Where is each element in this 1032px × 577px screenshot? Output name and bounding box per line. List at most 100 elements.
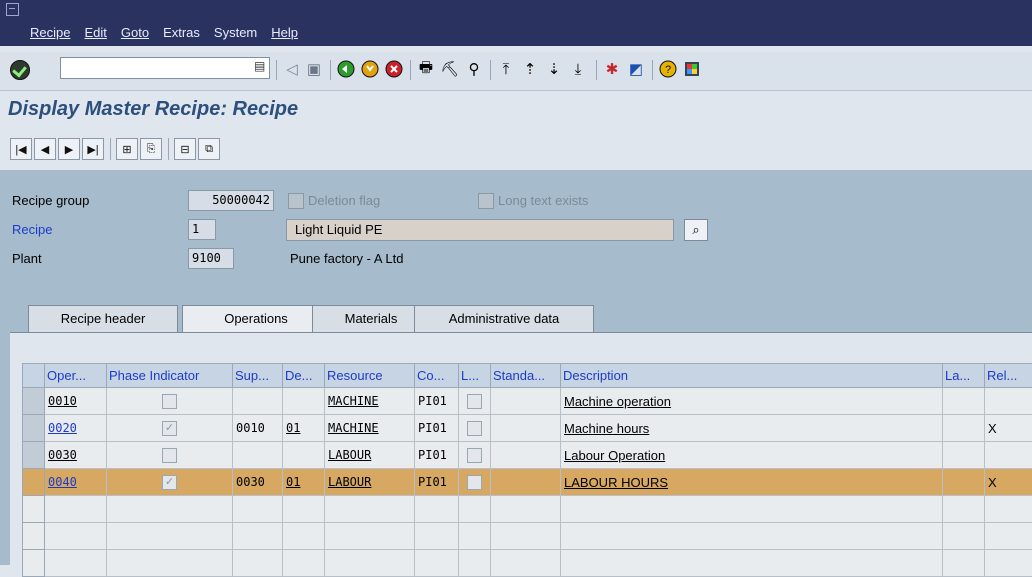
longtext-checkbox[interactable] xyxy=(467,475,482,490)
operation-number[interactable]: 0020 xyxy=(45,415,107,442)
column-header[interactable]: Oper... xyxy=(45,364,107,388)
row-selector[interactable] xyxy=(23,469,45,496)
control-key[interactable]: PI01 xyxy=(415,415,459,442)
table-row-selected[interactable]: 0040 ✓ 0030 01 LABOUR PI01 LABOUR HOURS … xyxy=(23,469,1032,496)
plant-field[interactable]: 9100 xyxy=(188,248,234,269)
column-header[interactable]: Sup... xyxy=(233,364,283,388)
next-page-icon[interactable]: ⇣ xyxy=(544,59,564,79)
resource[interactable]: LABOUR xyxy=(325,469,415,496)
graphic-icon[interactable]: ⧉ xyxy=(198,138,220,160)
save-icon[interactable]: ▣ xyxy=(304,59,324,79)
column-header[interactable]: De... xyxy=(283,364,325,388)
recipe-group-field[interactable]: 50000042 xyxy=(188,190,274,211)
header-icon[interactable]: ⊞ xyxy=(116,138,138,160)
resource[interactable]: MACHINE xyxy=(325,388,415,415)
longtext-checkbox[interactable] xyxy=(467,421,482,436)
language-cell[interactable] xyxy=(943,388,985,415)
description[interactable]: Machine operation xyxy=(561,388,943,415)
long-text-icon[interactable]: ⌕ xyxy=(684,219,708,241)
standard-text-cell[interactable] xyxy=(491,442,561,469)
back-icon[interactable] xyxy=(336,59,356,79)
row-selector[interactable] xyxy=(23,415,45,442)
column-header[interactable]: Co... xyxy=(415,364,459,388)
resource[interactable]: LABOUR xyxy=(325,442,415,469)
exit-icon[interactable] xyxy=(360,59,380,79)
language-cell[interactable] xyxy=(943,469,985,496)
shortcut-icon[interactable]: ◩ xyxy=(626,59,646,79)
previous-icon[interactable]: ◀ xyxy=(34,138,56,160)
column-header[interactable]: Rel... xyxy=(985,364,1032,388)
superior-operation[interactable] xyxy=(233,388,283,415)
relevance[interactable]: X xyxy=(985,415,1032,442)
tab-operations[interactable]: Operations xyxy=(182,305,330,333)
operation-number[interactable]: 0010 xyxy=(45,388,107,415)
phase-indicator-checkbox[interactable]: ✓ xyxy=(162,475,177,490)
row-selector[interactable] xyxy=(23,496,45,523)
longtext-cell[interactable] xyxy=(459,442,491,469)
standard-text-cell[interactable] xyxy=(491,388,561,415)
find-icon[interactable]: ⛏ xyxy=(440,59,460,79)
table-row[interactable]: 0020 ✓ 0010 01 MACHINE PI01 Machine hour… xyxy=(23,415,1032,442)
create-session-icon[interactable]: ✱ xyxy=(602,59,622,79)
menu-recipe[interactable]: Recipe xyxy=(30,25,70,40)
destination[interactable]: 01 xyxy=(283,415,325,442)
table-row-empty[interactable] xyxy=(23,496,1032,523)
operation-number[interactable]: 0030 xyxy=(45,442,107,469)
relevance[interactable]: X xyxy=(985,469,1032,496)
language-cell[interactable] xyxy=(943,442,985,469)
long-text-checkbox[interactable] xyxy=(478,193,494,209)
superior-operation[interactable]: 0030 xyxy=(233,469,283,496)
phase-indicator-cell[interactable]: ✓ xyxy=(107,415,233,442)
command-field[interactable] xyxy=(60,57,270,79)
longtext-checkbox[interactable] xyxy=(467,448,482,463)
first-icon[interactable]: |◀ xyxy=(10,138,32,160)
help-icon[interactable]: ? xyxy=(658,59,678,79)
menu-edit[interactable]: Edit xyxy=(84,25,106,40)
enter-icon[interactable] xyxy=(10,60,30,80)
column-header[interactable]: Phase Indicator xyxy=(107,364,233,388)
column-header[interactable]: Standa... xyxy=(491,364,561,388)
table-row-empty[interactable] xyxy=(23,550,1032,577)
cancel-icon[interactable] xyxy=(384,59,404,79)
column-header[interactable]: La... xyxy=(943,364,985,388)
overview-icon[interactable]: ⊟ xyxy=(174,138,196,160)
row-selector[interactable] xyxy=(23,550,45,577)
phase-indicator-cell[interactable]: ✓ xyxy=(107,469,233,496)
deletion-flag-checkbox[interactable] xyxy=(288,193,304,209)
sequences-icon[interactable]: ⎘ xyxy=(140,138,162,160)
layout-icon[interactable] xyxy=(682,59,702,79)
row-selector[interactable] xyxy=(23,388,45,415)
control-key[interactable]: PI01 xyxy=(415,388,459,415)
standard-text-cell[interactable] xyxy=(491,415,561,442)
first-page-icon[interactable]: ⤒ xyxy=(496,59,516,79)
select-all-cell[interactable] xyxy=(23,364,45,388)
control-key[interactable]: PI01 xyxy=(415,469,459,496)
table-row-empty[interactable] xyxy=(23,523,1032,550)
column-header[interactable]: Resource xyxy=(325,364,415,388)
row-selector[interactable] xyxy=(23,442,45,469)
longtext-cell[interactable] xyxy=(459,415,491,442)
menu-goto[interactable]: Goto xyxy=(121,25,149,40)
table-row[interactable]: 0030 LABOUR PI01 Labour Operation xyxy=(23,442,1032,469)
control-key[interactable]: PI01 xyxy=(415,442,459,469)
relevance[interactable] xyxy=(985,388,1032,415)
column-header[interactable]: L... xyxy=(459,364,491,388)
description[interactable]: LABOUR HOURS xyxy=(561,469,943,496)
language-cell[interactable] xyxy=(943,415,985,442)
tab-recipe-header[interactable]: Recipe header xyxy=(28,305,178,333)
next-icon[interactable]: ▶ xyxy=(58,138,80,160)
operation-number[interactable]: 0040 xyxy=(45,469,107,496)
menu-system[interactable]: System xyxy=(214,25,257,40)
longtext-cell[interactable] xyxy=(459,388,491,415)
table-row[interactable]: 0010 MACHINE PI01 Machine operation xyxy=(23,388,1032,415)
recipe-description-field[interactable]: Light Liquid PE xyxy=(286,219,674,241)
menu-extras[interactable]: Extras xyxy=(163,25,200,40)
tab-materials[interactable]: Materials xyxy=(312,305,430,333)
row-selector[interactable] xyxy=(23,523,45,550)
destination[interactable] xyxy=(283,388,325,415)
system-menu-icon[interactable] xyxy=(6,3,19,16)
phase-indicator-checkbox[interactable] xyxy=(162,394,177,409)
last-page-icon[interactable]: ⤓ xyxy=(568,59,588,79)
phase-indicator-checkbox[interactable] xyxy=(162,448,177,463)
destination[interactable] xyxy=(283,442,325,469)
